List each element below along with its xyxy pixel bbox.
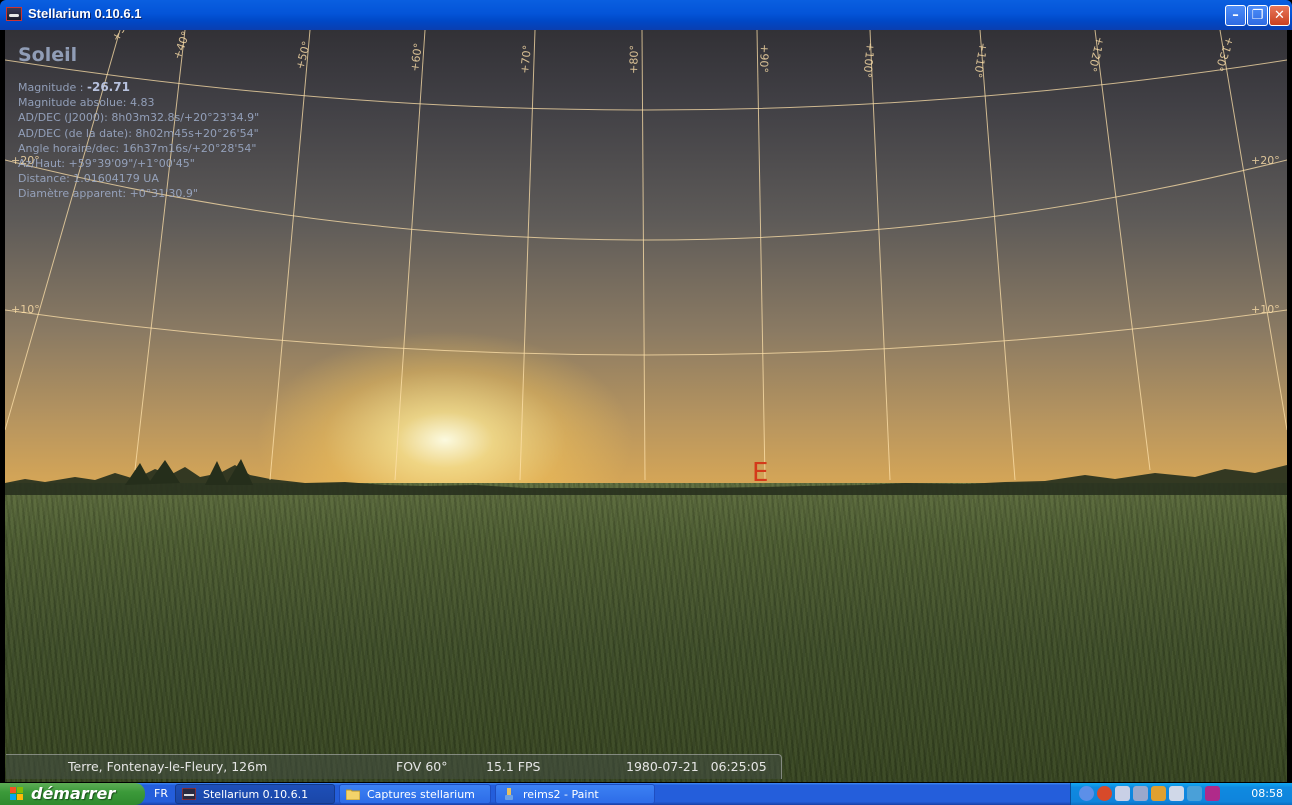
task-stellarium[interactable]: Stellarium 0.10.6.1 (175, 784, 335, 804)
object-name: Soleil (18, 44, 78, 66)
display-icon[interactable] (1187, 786, 1202, 801)
start-label: démarrer (31, 784, 116, 803)
task-label: Stellarium 0.10.6.1 (203, 788, 309, 801)
grid-label-alt-20-right: +20° (1251, 154, 1280, 167)
status-bar: Terre, Fontenay-le-Fleury, 126m FOV 60° … (6, 754, 782, 779)
grid-label-az-100: +100° (860, 42, 877, 79)
maximize-icon: ❐ (1251, 8, 1264, 23)
object-info-line: Distance: 1.01604179 UA (18, 172, 159, 186)
safely-remove-icon[interactable] (1169, 786, 1184, 801)
grid-label-alt-10-right: +10° (1251, 303, 1280, 316)
close-button[interactable]: ✕ (1269, 5, 1290, 26)
maximize-button[interactable]: ❐ (1247, 5, 1268, 26)
grid-label-az-50: +50° (293, 40, 313, 71)
grid-label-az-30: +30° (109, 30, 134, 43)
system-tray: 08:58 (1070, 783, 1292, 805)
compass-east-marker: E (752, 458, 769, 488)
status-fps: 15.1 FPS (486, 759, 541, 774)
status-datetime: 1980-07-21 06:25:05 (626, 759, 767, 774)
stellarium-icon (182, 788, 196, 800)
object-info-line: Angle horaire/dec: 16h37m16s/+20°28'54" (18, 141, 257, 155)
sky-view[interactable]: +30° +40° +50° +60° +70° +80° +90° +100°… (5, 30, 1287, 782)
taskbar: démarrer FR Stellarium 0.10.6.1 Captures… (0, 783, 1292, 805)
object-info-line: Diamètre apparent: +0°31'30.9" (18, 187, 198, 201)
folder-icon (346, 789, 360, 800)
grid-alt-10 (5, 309, 1287, 356)
grid-label-az-90: +90° (757, 44, 771, 73)
back-arrow-icon[interactable] (1079, 786, 1094, 801)
antivirus-icon[interactable] (1097, 786, 1112, 801)
status-location: Terre, Fontenay-le-Fleury, 126m (68, 759, 268, 774)
task-label: reims2 - Paint (523, 788, 599, 801)
object-info-line: AD/DEC (J2000): 8h03m32.8s/+20°23'34.9" (18, 111, 260, 125)
grid-label-alt-10-left: +10° (11, 303, 40, 316)
close-icon: ✕ (1274, 8, 1285, 23)
window-title: Stellarium 0.10.6.1 (28, 6, 142, 21)
start-button[interactable]: démarrer (0, 783, 145, 805)
task-paint[interactable]: reims2 - Paint (495, 784, 655, 804)
network-icon-2[interactable] (1133, 786, 1148, 801)
grid-az-130 (1219, 30, 1287, 431)
grid-az-90 (756, 30, 766, 481)
minimize-button[interactable]: – (1225, 5, 1246, 26)
grid-az-110 (979, 30, 1016, 481)
object-info-line: AD/DEC (de la date): 8h02m45s+20°26'54" (18, 126, 259, 140)
app-tray-icon[interactable] (1205, 786, 1220, 801)
grid-az-70 (519, 30, 536, 481)
object-info-line: Az/Haut: +59°39'09"/+1°00'45" (18, 157, 195, 171)
grid-label-az-80: +80° (627, 45, 641, 74)
network-icon[interactable] (1115, 786, 1130, 801)
windows-logo-icon (10, 787, 23, 800)
grid-label-az-130: +130° (1212, 35, 1236, 73)
clock[interactable]: 08:58 (1251, 787, 1283, 800)
task-captures-folder[interactable]: Captures stellarium (339, 784, 491, 804)
object-magnitude: Magnitude : -26.71 (18, 80, 130, 94)
grid-az-50 (269, 30, 311, 481)
paint-icon (505, 788, 513, 800)
grid-label-az-120: +120° (1085, 35, 1106, 73)
status-fov: FOV 60° (396, 759, 448, 774)
task-label: Captures stellarium (367, 788, 475, 801)
grid-az-60 (394, 30, 426, 481)
sound-icon[interactable] (1151, 786, 1166, 801)
grid-label-az-110: +110° (971, 41, 990, 78)
grid-az-120 (1094, 30, 1151, 471)
stellarium-app-icon (6, 7, 22, 21)
grid-label-az-70: +70° (518, 44, 534, 74)
grid-az-80 (641, 30, 646, 481)
object-info-panel: Soleil Magnitude : -26.71 Magnitude abso… (18, 44, 259, 202)
language-indicator[interactable]: FR (154, 787, 168, 800)
minimize-icon: – (1232, 8, 1239, 23)
grid-az-100 (869, 30, 891, 481)
window-titlebar[interactable]: Stellarium 0.10.6.1 – ❐ ✕ (0, 0, 1292, 30)
object-info-line: Magnitude absolue: 4.83 (18, 96, 155, 110)
